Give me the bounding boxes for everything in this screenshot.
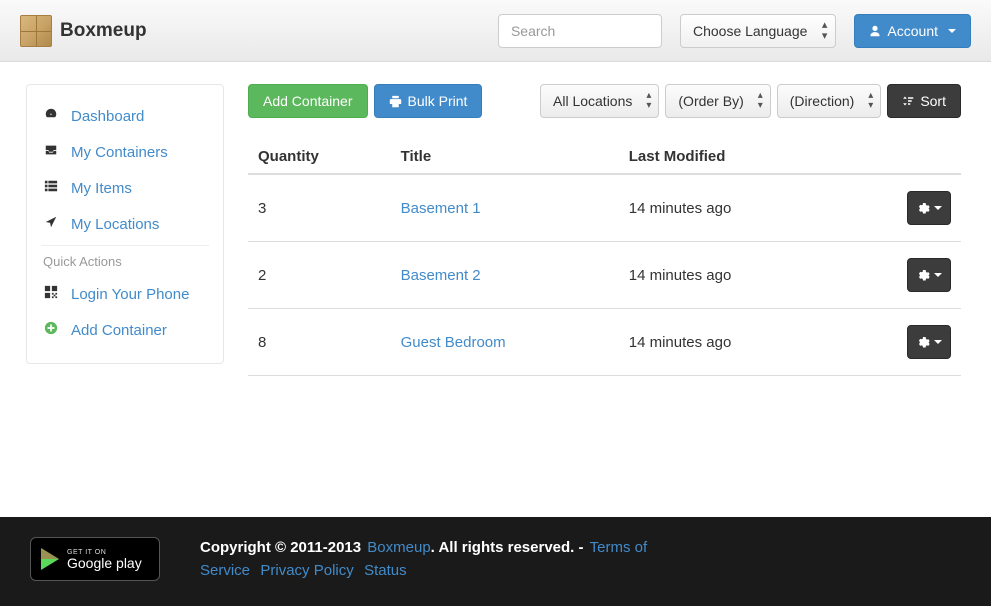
brand[interactable]: Boxmeup [20, 15, 147, 47]
cell-quantity: 2 [248, 242, 391, 309]
footer-status-link[interactable]: Status [364, 562, 407, 579]
caret-down-icon [934, 206, 942, 210]
copyright-prefix: Copyright © 2011-2013 [200, 539, 365, 556]
gear-icon [917, 269, 930, 282]
cell-title: Basement 2 [391, 242, 619, 309]
sidebar-item-label: Dashboard [71, 108, 144, 125]
cell-quantity: 3 [248, 174, 391, 242]
qrcode-icon [43, 285, 59, 303]
updown-caret-icon: ▴▾ [868, 91, 873, 111]
account-button[interactable]: Account [854, 14, 971, 48]
select-label: (Direction) [790, 93, 855, 109]
location-arrow-icon [43, 215, 59, 233]
updown-caret-icon: ▴▾ [822, 20, 828, 42]
select-label: All Locations [553, 93, 632, 109]
sidebar-item-add-container[interactable]: Add Container [27, 313, 223, 349]
sort-icon [902, 95, 914, 107]
caret-down-icon [934, 273, 942, 277]
button-label: Sort [920, 93, 946, 109]
plus-circle-icon [43, 321, 59, 339]
main-content: Add Container Bulk Print All Locations ▴… [248, 84, 961, 477]
play-store-icon [41, 548, 59, 570]
containers-table: Quantity Title Last Modified 3 Basement 1… [248, 140, 961, 376]
updown-caret-icon: ▴▾ [646, 91, 651, 111]
footer-text: Copyright © 2011-2013 Boxmeup. All right… [200, 537, 740, 582]
updown-caret-icon: ▴▾ [758, 91, 763, 111]
sidebar-item-label: Add Container [71, 322, 167, 339]
footer-privacy-link[interactable]: Privacy Policy [260, 562, 353, 579]
sidebar-item-label: My Items [71, 180, 132, 197]
filter-order-select[interactable]: (Order By) ▴▾ [665, 84, 770, 118]
gplay-main: Google play [67, 556, 142, 570]
sidebar-item-items[interactable]: My Items [27, 171, 223, 207]
container-title-link[interactable]: Guest Bedroom [401, 334, 506, 351]
col-title: Title [391, 140, 619, 174]
sidebar-item-label: Login Your Phone [71, 286, 189, 303]
sidebar-item-label: My Containers [71, 144, 168, 161]
cell-title: Guest Bedroom [391, 309, 619, 376]
inbox-icon [43, 143, 59, 161]
row-actions-button[interactable] [907, 325, 951, 359]
toolbar: Add Container Bulk Print All Locations ▴… [248, 84, 961, 118]
google-play-badge[interactable]: GET IT ON Google play [30, 537, 160, 581]
sidebar: Dashboard My Containers My Items My Loca… [26, 84, 224, 364]
list-icon [43, 179, 59, 197]
sidebar-item-dashboard[interactable]: Dashboard [27, 99, 223, 135]
row-actions-button[interactable] [907, 258, 951, 292]
filter-location-select[interactable]: All Locations ▴▾ [540, 84, 659, 118]
search-input[interactable] [498, 14, 662, 48]
container-title-link[interactable]: Basement 2 [401, 267, 481, 284]
print-icon [389, 95, 402, 108]
cell-modified: 14 minutes ago [619, 174, 876, 242]
col-quantity: Quantity [248, 140, 391, 174]
sidebar-item-locations[interactable]: My Locations [27, 207, 223, 243]
sidebar-item-label: My Locations [71, 216, 159, 233]
add-container-button[interactable]: Add Container [248, 84, 368, 118]
user-icon [869, 25, 881, 37]
cell-modified: 14 minutes ago [619, 309, 876, 376]
sort-button[interactable]: Sort [887, 84, 961, 118]
brand-name: Boxmeup [60, 20, 147, 42]
copyright-suffix: . All rights reserved. - [431, 539, 588, 556]
table-row: 2 Basement 2 14 minutes ago [248, 242, 961, 309]
cell-actions [875, 242, 961, 309]
dashboard-icon [43, 107, 59, 125]
cell-title: Basement 1 [391, 174, 619, 242]
language-selector[interactable]: Choose Language ▴▾ [680, 14, 836, 48]
caret-down-icon [948, 29, 956, 33]
box-logo-icon [20, 15, 52, 47]
filter-direction-select[interactable]: (Direction) ▴▾ [777, 84, 882, 118]
gear-icon [917, 202, 930, 215]
sidebar-item-login-phone[interactable]: Login Your Phone [27, 277, 223, 313]
row-actions-button[interactable] [907, 191, 951, 225]
table-row: 3 Basement 1 14 minutes ago [248, 174, 961, 242]
sidebar-quick-header: Quick Actions [27, 250, 223, 277]
cell-quantity: 8 [248, 309, 391, 376]
navbar: Boxmeup Choose Language ▴▾ Account [0, 0, 991, 62]
table-row: 8 Guest Bedroom 14 minutes ago [248, 309, 961, 376]
bulk-print-button[interactable]: Bulk Print [374, 84, 483, 118]
cell-actions [875, 174, 961, 242]
container-title-link[interactable]: Basement 1 [401, 200, 481, 217]
account-button-label: Account [887, 23, 938, 39]
gear-icon [917, 336, 930, 349]
cell-modified: 14 minutes ago [619, 242, 876, 309]
caret-down-icon [934, 340, 942, 344]
sidebar-divider [41, 245, 209, 246]
col-actions [875, 140, 961, 174]
button-label: Bulk Print [408, 93, 468, 109]
language-selector-label: Choose Language [693, 23, 807, 39]
cell-actions [875, 309, 961, 376]
select-label: (Order By) [678, 93, 743, 109]
col-modified: Last Modified [619, 140, 876, 174]
footer: GET IT ON Google play Copyright © 2011-2… [0, 517, 991, 606]
sidebar-item-containers[interactable]: My Containers [27, 135, 223, 171]
button-label: Add Container [263, 93, 353, 109]
footer-brand-link[interactable]: Boxmeup [367, 539, 430, 556]
